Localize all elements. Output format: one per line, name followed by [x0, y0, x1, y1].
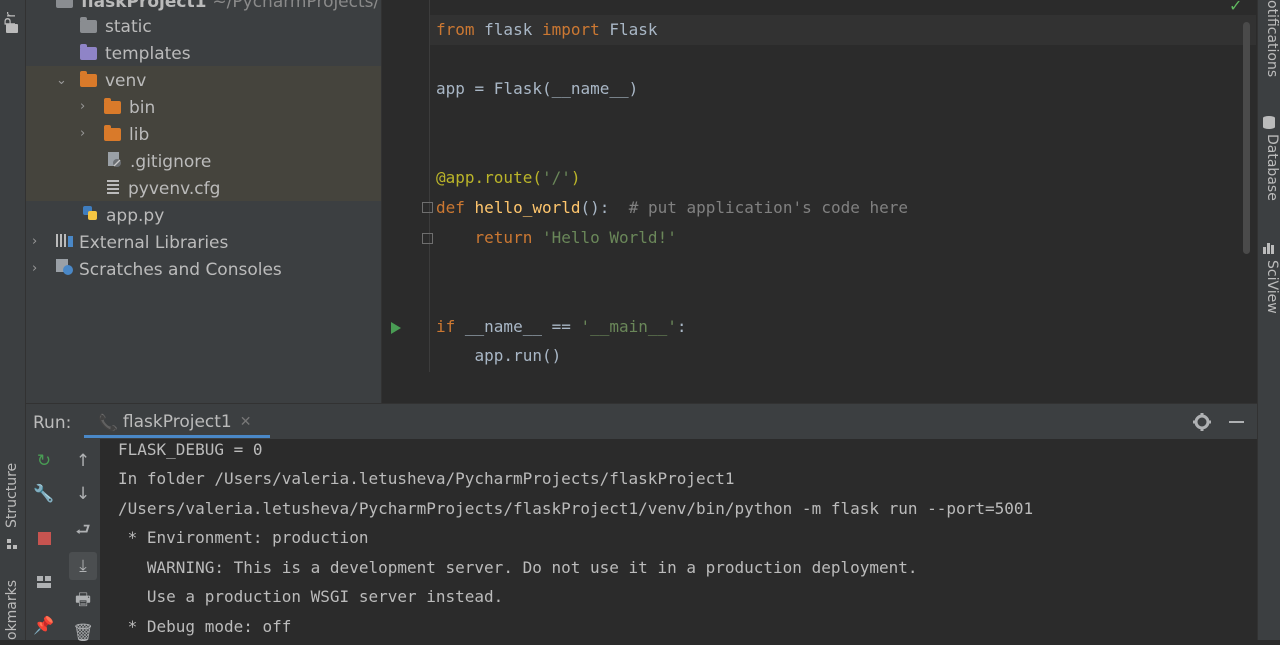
code-line-3: @app.route('/')	[436, 168, 581, 187]
tree-item-lib[interactable]: lib	[104, 121, 149, 148]
editor-gutter	[383, 0, 430, 372]
run-toolbar: ↻ 🔧 📌 ↑ ↓ ⮐ ⤓ 🖶 🗑	[26, 439, 100, 643]
tree-item-static[interactable]: static	[80, 13, 152, 40]
folder-icon	[80, 71, 97, 87]
settings-gear-icon[interactable]	[1192, 412, 1212, 436]
scroll-to-end-icon[interactable]: ⤓	[69, 552, 97, 580]
gitignore-file-icon	[106, 151, 122, 173]
scroll-up-icon[interactable]: ↑	[71, 449, 95, 473]
chevron-right-icon[interactable]: ›	[32, 261, 37, 276]
code-line-4: def hello_world(): # put application's c…	[436, 198, 909, 217]
code-line-6: if __name__ == '__main__':	[436, 317, 687, 336]
scroll-down-icon[interactable]: ↓	[71, 482, 95, 506]
database-icon	[1262, 114, 1276, 133]
wrench-icon[interactable]: 🔧	[32, 482, 56, 506]
close-tab-icon[interactable]: ✕	[240, 414, 252, 430]
run-tab-label: flaskProject1	[122, 412, 232, 432]
python-file-icon	[82, 204, 98, 227]
run-tab-flaskproject1[interactable]: 📞 flaskProject1 ✕	[98, 412, 251, 432]
structure-tool-button[interactable]: Structure	[4, 463, 20, 528]
code-line-5: return 'Hello World!'	[474, 228, 677, 247]
console-line: * Debug mode: off	[118, 617, 292, 636]
chevron-right-icon[interactable]: ›	[80, 99, 85, 114]
sciview-tool-button[interactable]: SciView	[1264, 260, 1280, 314]
tree-item-gitignore[interactable]: .gitignore	[106, 148, 211, 175]
minimize-icon[interactable]	[1229, 421, 1244, 423]
code-line-2: app = Flask(__name__)	[436, 79, 639, 98]
tree-item-label: .gitignore	[130, 151, 212, 172]
layout-icon[interactable]	[32, 570, 56, 594]
tree-item-venv[interactable]: venv	[80, 67, 146, 94]
console-line: FLASK_DEBUG = 0	[118, 440, 263, 459]
inspection-ok-check-icon[interactable]: ✓	[1229, 0, 1242, 15]
console-line: WARNING: This is a development server. D…	[118, 558, 918, 577]
tree-item-label: static	[105, 16, 152, 37]
sciview-icon	[1262, 240, 1276, 259]
pin-icon[interactable]: 📌	[32, 614, 56, 638]
console-line: In folder /Users/valeria.letusheva/Pycha…	[118, 469, 735, 488]
tree-item-label: bin	[129, 97, 156, 118]
folder-icon	[80, 17, 97, 33]
flask-run-icon: 📞	[98, 412, 118, 432]
notifications-tool-button[interactable]: otifications	[1264, 0, 1280, 77]
folder-icon	[56, 0, 73, 8]
project-root-name: flaskProject1	[81, 0, 207, 12]
rerun-icon[interactable]: ↻	[32, 449, 56, 473]
folder-icon	[80, 44, 97, 60]
tree-item-label: External Libraries	[79, 232, 229, 253]
chevron-right-icon[interactable]: ›	[80, 126, 85, 141]
scratches-icon	[55, 258, 75, 281]
libraries-icon	[55, 232, 75, 253]
fold-marker-icon[interactable]	[422, 202, 433, 213]
tree-item-label: venv	[105, 70, 147, 91]
fold-marker-icon[interactable]	[422, 233, 433, 244]
project-folder-icon	[6, 24, 18, 33]
active-tab-indicator	[84, 435, 270, 438]
right-tool-strip: otifications Database SciView	[1257, 0, 1280, 640]
tree-item-scratches[interactable]: Scratches and Consoles	[55, 256, 282, 283]
console-line: * Environment: production	[118, 528, 369, 547]
tree-item-bin[interactable]: bin	[104, 94, 155, 121]
tree-item-label: app.py	[106, 205, 165, 226]
console-line: /Users/valeria.letusheva/PycharmProjects…	[118, 499, 1034, 518]
tree-item-external-libraries[interactable]: External Libraries	[55, 229, 228, 256]
chevron-down-icon[interactable]: ⌄	[56, 73, 67, 88]
code-line-1: from flask import Flask	[436, 20, 658, 39]
tree-item-label: templates	[105, 43, 191, 64]
chevron-right-icon[interactable]: ›	[32, 234, 37, 249]
code-line-7: app.run()	[474, 346, 562, 365]
database-tool-button[interactable]: Database	[1264, 134, 1280, 201]
tree-item-pyvenv-cfg[interactable]: pyvenv.cfg	[106, 175, 220, 202]
run-label: Run:	[33, 413, 72, 433]
console-line: Use a production WSGI server instead.	[118, 587, 504, 606]
tree-item-templates[interactable]: templates	[80, 40, 191, 67]
project-root-path: ~/PycharmProjects/	[212, 0, 380, 12]
tree-item-label: pyvenv.cfg	[128, 178, 221, 199]
tree-item-app-py[interactable]: app.py	[82, 202, 164, 229]
left-tool-strip: Pr Structure okmarks	[0, 0, 26, 640]
tree-item-label: lib	[129, 124, 150, 145]
structure-icon	[6, 535, 18, 549]
run-gutter-icon[interactable]	[390, 320, 402, 339]
bookmarks-tool-button[interactable]: okmarks	[4, 580, 20, 640]
folder-icon	[104, 125, 121, 141]
tree-item-label: Scratches and Consoles	[79, 259, 282, 280]
soft-wrap-icon[interactable]: ⮐	[71, 519, 95, 543]
config-file-icon	[106, 178, 120, 199]
clear-trash-icon[interactable]: 🗑	[71, 621, 95, 645]
print-icon[interactable]: 🖶	[71, 589, 95, 613]
stop-icon[interactable]	[32, 526, 56, 550]
editor-scrollbar[interactable]	[1243, 22, 1250, 254]
folder-icon	[104, 98, 121, 114]
